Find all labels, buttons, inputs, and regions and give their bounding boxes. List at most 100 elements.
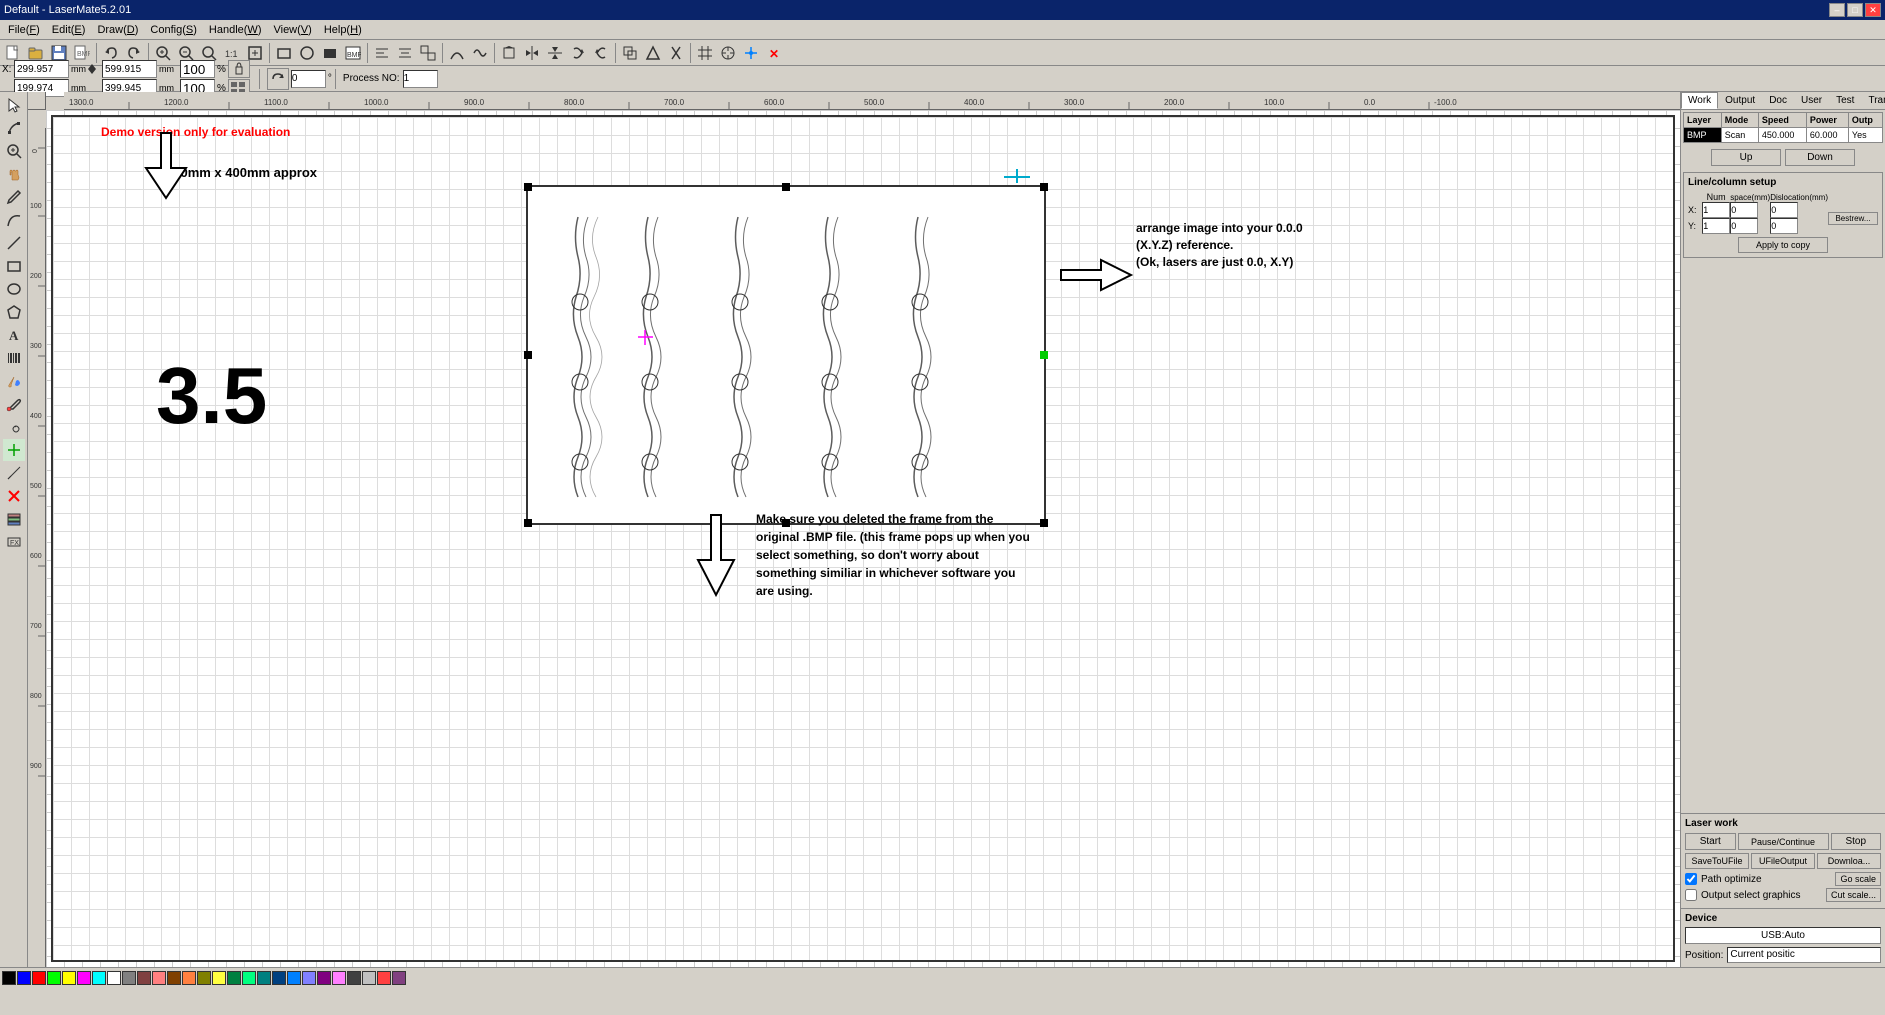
laser-origin-button[interactable] [3,439,25,461]
color-swatch-olive[interactable] [197,971,211,985]
spiro-button[interactable] [469,42,491,64]
color-swatch-gray[interactable] [122,971,136,985]
ufile-output-button[interactable]: UFileOutput [1751,853,1815,869]
x-size-input[interactable] [102,60,157,78]
node-tool-button[interactable] [3,117,25,139]
zoom-tool-button[interactable] [3,140,25,162]
down-button[interactable]: Down [1785,149,1855,166]
maximize-button[interactable]: □ [1847,3,1863,17]
color-swatch-navy-light[interactable] [272,971,286,985]
x-size-down[interactable] [88,69,96,74]
process-input[interactable] [403,70,438,88]
color-swatch-mauve[interactable] [392,971,406,985]
color-swatch-yellow-light[interactable] [212,971,226,985]
hand-tool-button[interactable] [3,163,25,185]
layers-button[interactable] [3,508,25,530]
color-swatch-yellow[interactable] [62,971,76,985]
color-swatch-orange[interactable] [182,971,196,985]
measure-button[interactable] [3,462,25,484]
x-coord-input[interactable] [14,60,69,78]
align-center-button[interactable] [394,42,416,64]
rotate-ccw-button[interactable] [590,42,612,64]
ellipse-tool-button[interactable] [3,278,25,300]
menu-handle[interactable]: Handle(W) [203,22,268,38]
bmp-button[interactable]: BMP [342,42,364,64]
color-swatch-periwinkle[interactable] [302,971,316,985]
lc-y-num-input[interactable] [1702,218,1730,234]
menu-view[interactable]: View(V) [267,22,317,38]
rect-button[interactable] [273,42,295,64]
lc-y-space-input[interactable] [1730,218,1758,234]
eyedropper-button[interactable] [3,393,25,415]
start-button[interactable]: Start [1685,833,1736,850]
color-swatch-red[interactable] [32,971,46,985]
grid-button[interactable] [694,42,716,64]
color-swatch-purple[interactable] [317,971,331,985]
cut-button[interactable] [665,42,687,64]
rotate-reset-button[interactable] [267,68,289,90]
download-button[interactable]: Downloa... [1817,853,1881,869]
menu-draw[interactable]: Draw(D) [91,22,144,38]
color-swatch-coral[interactable] [377,971,391,985]
apply-to-copy-button[interactable]: Apply to copy [1738,237,1828,253]
color-swatch-brown[interactable] [137,971,151,985]
handle-br[interactable] [1040,519,1048,527]
cut-scale-button[interactable]: Cut scale... [1826,888,1881,902]
weld-button[interactable] [642,42,664,64]
text-tool-button[interactable]: A [3,324,25,346]
layer-row-bmp[interactable]: BMP Scan 450.000 60.000 Yes [1684,128,1883,143]
color-swatch-white[interactable] [107,971,121,985]
barcode-tool-button[interactable] [3,347,25,369]
lc-x-num-input[interactable] [1702,202,1730,218]
minimize-button[interactable]: – [1829,3,1845,17]
handle-mr[interactable] [1040,351,1048,359]
lc-x-space-input[interactable] [1730,202,1758,218]
spiral-button[interactable] [3,416,25,438]
lc-y-disloc-input[interactable] [1770,218,1798,234]
lc-x-disloc-input[interactable] [1770,202,1798,218]
save-to-ufile-button[interactable]: SaveToUFile [1685,853,1749,869]
handle-bl[interactable] [524,519,532,527]
color-swatch-green-dark[interactable] [227,971,241,985]
fill-tool-button[interactable] [3,370,25,392]
menu-config[interactable]: Config(S) [144,22,202,38]
effects-button[interactable]: FX [3,531,25,553]
mirror-v-button[interactable] [544,42,566,64]
line-tool-button[interactable] [3,232,25,254]
close-button[interactable]: ✕ [1865,3,1881,17]
bestrew-button[interactable]: Bestrew... [1828,212,1878,225]
menu-help[interactable]: Help(H) [318,22,368,38]
color-swatch-violet[interactable] [332,971,346,985]
pause-button[interactable]: Pause/Continue [1738,833,1829,850]
tab-user[interactable]: User [1794,92,1829,109]
color-swatch-silver[interactable] [362,971,376,985]
tab-work[interactable]: Work [1681,92,1718,109]
color-swatch-pink[interactable] [152,971,166,985]
scale-x-input[interactable] [180,60,215,78]
color-swatch-orange-dark[interactable] [167,971,181,985]
rect-tool-button[interactable] [3,255,25,277]
pencil-tool-button[interactable] [3,186,25,208]
align-left-button[interactable] [371,42,393,64]
handle-tl[interactable] [524,183,532,191]
color-swatch-cyan[interactable] [92,971,106,985]
stop-button[interactable]: Stop [1831,833,1882,850]
transform-button[interactable] [498,42,520,64]
menu-edit[interactable]: Edit(E) [46,22,92,38]
color-swatch-black[interactable] [2,971,16,985]
path-optimize-checkbox[interactable] [1685,873,1697,885]
tab-test[interactable]: Test [1829,92,1861,109]
handle-ml[interactable] [524,351,532,359]
tab-transfo[interactable]: Transfo [1861,92,1885,109]
color-swatch-sky[interactable] [287,971,301,985]
color-swatch-magenta[interactable] [77,971,91,985]
lock-ratio-button[interactable] [228,60,250,78]
delete-x-button[interactable] [3,485,25,507]
select-tool-button[interactable] [3,94,25,116]
handle-tr[interactable] [1040,183,1048,191]
color-swatch-green[interactable] [47,971,61,985]
delete-button[interactable]: ✕ [763,42,785,64]
rotation-input[interactable] [291,70,326,88]
node-edit-button[interactable] [446,42,468,64]
origin-button[interactable] [740,42,762,64]
